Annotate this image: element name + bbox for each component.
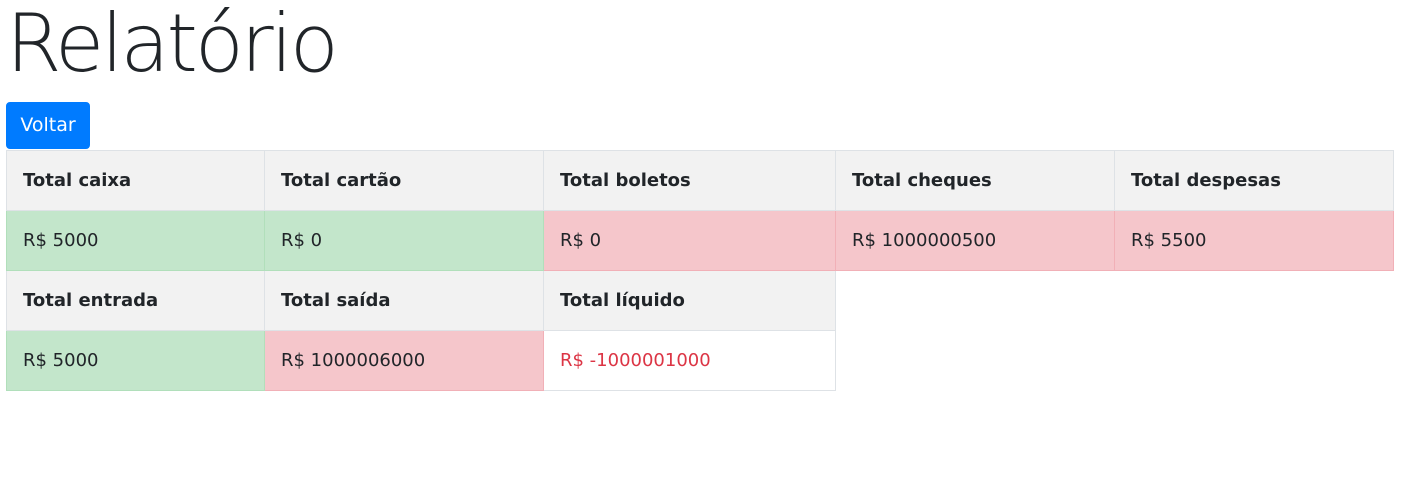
page-title: Relatório	[6, 0, 339, 90]
empty-cell	[836, 331, 1394, 391]
table-row: R$ 5000 R$ 1000006000 R$ -1000001000	[6, 330, 1394, 391]
value-total-saida: R$ 1000006000	[264, 330, 544, 391]
value-total-boletos: R$ 0	[543, 210, 836, 271]
value-total-liquido: R$ -1000001000	[543, 330, 836, 391]
back-button[interactable]: Voltar	[6, 102, 90, 149]
value-total-despesas: R$ 5500	[1114, 210, 1394, 271]
empty-cell	[836, 271, 1394, 331]
header-total-entrada: Total entrada	[6, 270, 265, 331]
report-table: Total caixa Total cartão Total boletos T…	[6, 150, 1394, 391]
header-total-cheques: Total cheques	[835, 150, 1115, 211]
value-total-entrada: R$ 5000	[6, 330, 265, 391]
header-total-liquido: Total líquido	[543, 270, 836, 331]
value-total-caixa: R$ 5000	[6, 210, 265, 271]
header-total-cartao: Total cartão	[264, 150, 544, 211]
table-header-row: Total caixa Total cartão Total boletos T…	[6, 150, 1394, 211]
header-total-despesas: Total despesas	[1114, 150, 1394, 211]
header-total-boletos: Total boletos	[543, 150, 836, 211]
table-header-row: Total entrada Total saída Total líquido	[6, 270, 1394, 331]
header-total-caixa: Total caixa	[6, 150, 265, 211]
table-row: R$ 5000 R$ 0 R$ 0 R$ 1000000500 R$ 5500	[6, 210, 1394, 271]
value-total-cheques: R$ 1000000500	[835, 210, 1115, 271]
header-total-saida: Total saída	[264, 270, 544, 331]
value-total-cartao: R$ 0	[264, 210, 544, 271]
